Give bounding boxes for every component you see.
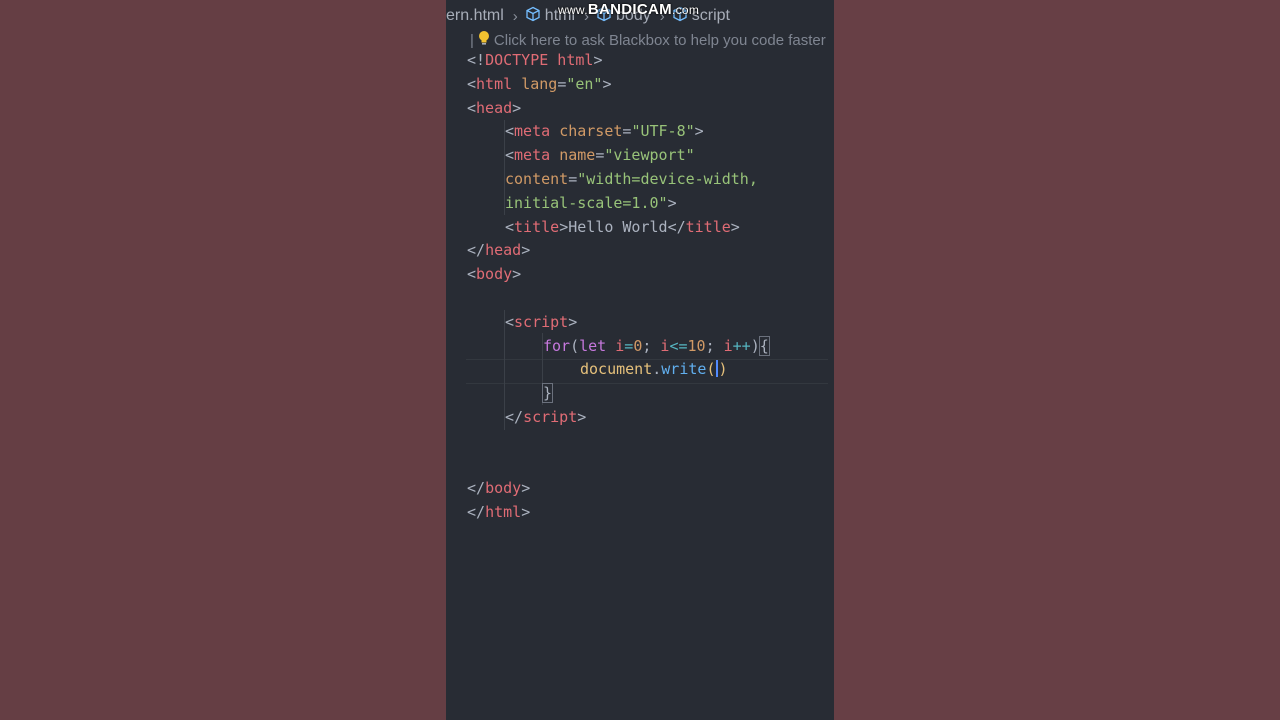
code-line: <!DOCTYPE html>: [467, 51, 603, 69]
code-line: initial-scale=1.0">: [505, 193, 677, 212]
code-editor[interactable]: ern.html › html › body › script www.BAND…: [446, 0, 834, 720]
code-line: </html>: [467, 503, 531, 522]
breadcrumb-file[interactable]: ern.html: [446, 7, 504, 25]
code-line: }: [541, 383, 554, 404]
hint-divider: |: [470, 31, 474, 49]
left-backdrop: [0, 0, 446, 720]
code-line: </head>: [467, 241, 531, 260]
blackbox-hint[interactable]: | Click here to ask Blackbox to help you…: [470, 30, 826, 50]
code-line: <script>: [505, 312, 578, 331]
code-line-current: document.write(): [580, 360, 728, 379]
code-line: <head>: [467, 98, 522, 117]
code-line: content="width=device-width,: [505, 169, 758, 188]
code-line: <meta charset="UTF-8">: [505, 122, 704, 141]
cube-icon: [525, 6, 541, 27]
code-line: <meta name="viewport": [505, 146, 695, 165]
right-backdrop: [834, 0, 1280, 720]
chevron-right-icon: ›: [512, 7, 518, 25]
code-line: </body>: [467, 479, 531, 498]
code-line: <html lang="en">: [467, 74, 612, 93]
hint-text: Click here to ask Blackbox to help you c…: [493, 31, 826, 49]
code-line: <title>Hello World</title>: [505, 217, 740, 236]
code-line: <body>: [467, 265, 522, 284]
code-line: </script>: [505, 407, 587, 426]
lightbulb-icon: [478, 30, 490, 50]
code-lines[interactable]: <!DOCTYPE html> <html lang="en"> <head> …: [467, 49, 770, 525]
code-line: for(let i=0; i<=10; i++){: [543, 335, 770, 356]
bandicam-watermark: www.BANDICAM.com: [558, 1, 700, 18]
